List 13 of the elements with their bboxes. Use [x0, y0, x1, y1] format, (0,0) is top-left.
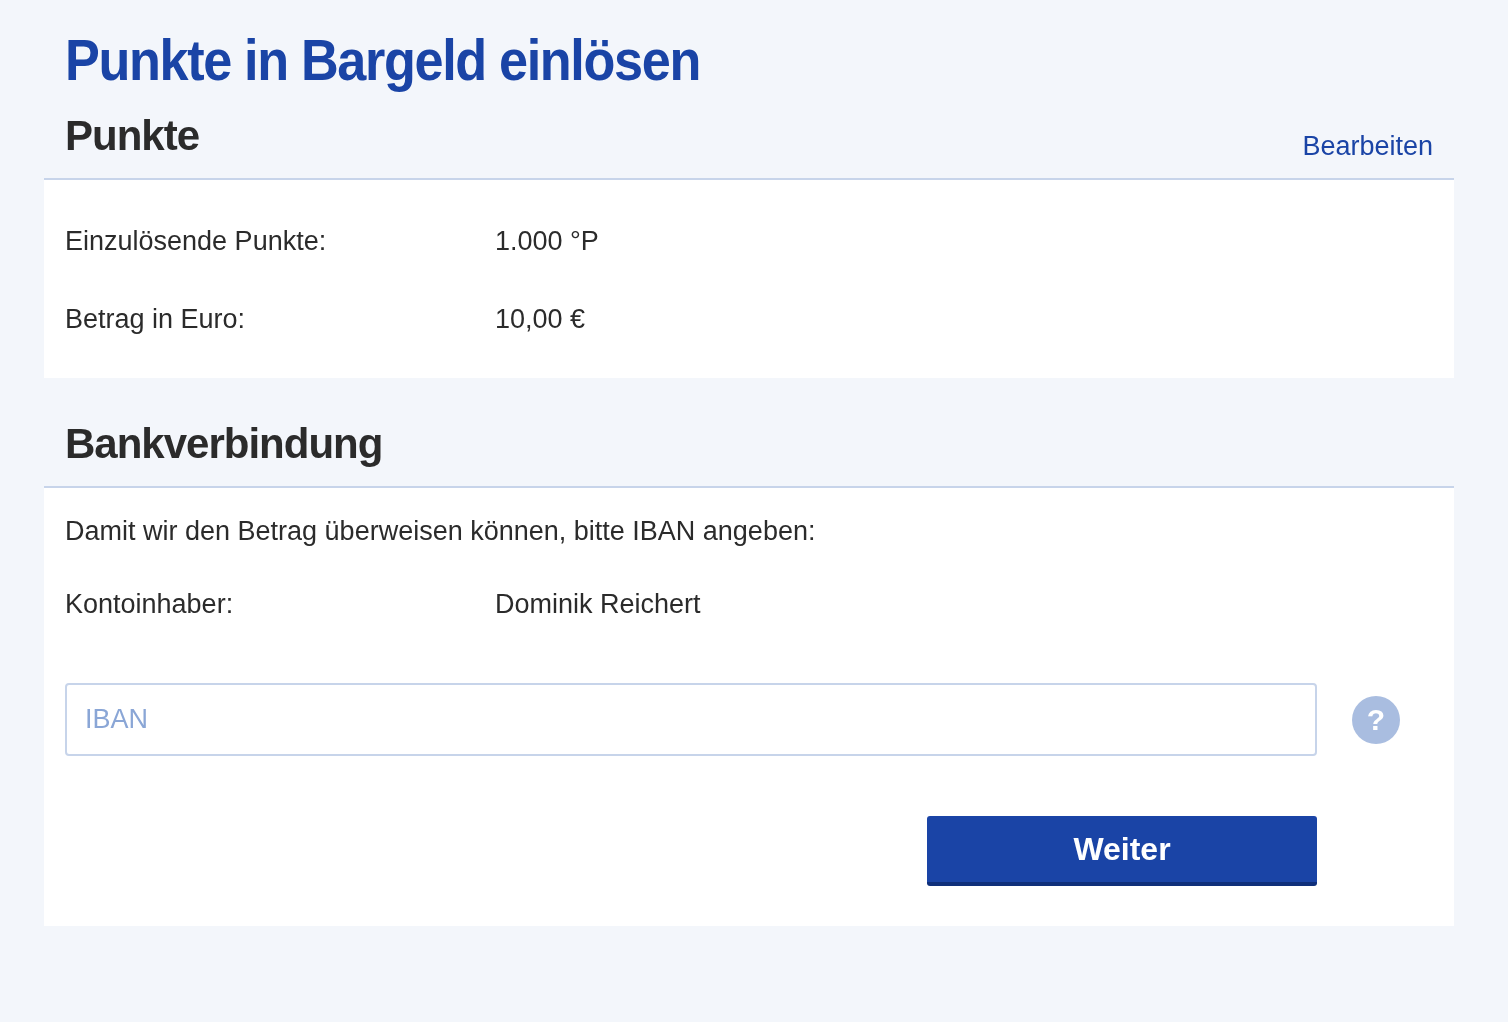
field-value: Dominik Reichert — [495, 588, 701, 620]
field-label: Kontoinhaber: — [65, 588, 235, 620]
iban-input-field[interactable]: IBAN — [65, 683, 1317, 756]
field-value: 1.000 °P — [495, 225, 599, 257]
field-label: Betrag in Euro: — [65, 303, 247, 335]
field-label: Einzulösende Punkte: — [65, 225, 328, 257]
section-heading: Punkte — [65, 112, 200, 160]
page-title: Punkte in Bargeld einlösen — [65, 26, 700, 94]
section-heading: Bankverbindung — [65, 420, 383, 468]
edit-link[interactable]: Bearbeiten — [1302, 131, 1433, 162]
instruction-text: Damit wir den Betrag überweisen können, bitte IBAN angeben: — [65, 516, 817, 547]
field-value: 10,00 € — [495, 303, 586, 335]
continue-button[interactable]: Weiter — [927, 816, 1317, 886]
